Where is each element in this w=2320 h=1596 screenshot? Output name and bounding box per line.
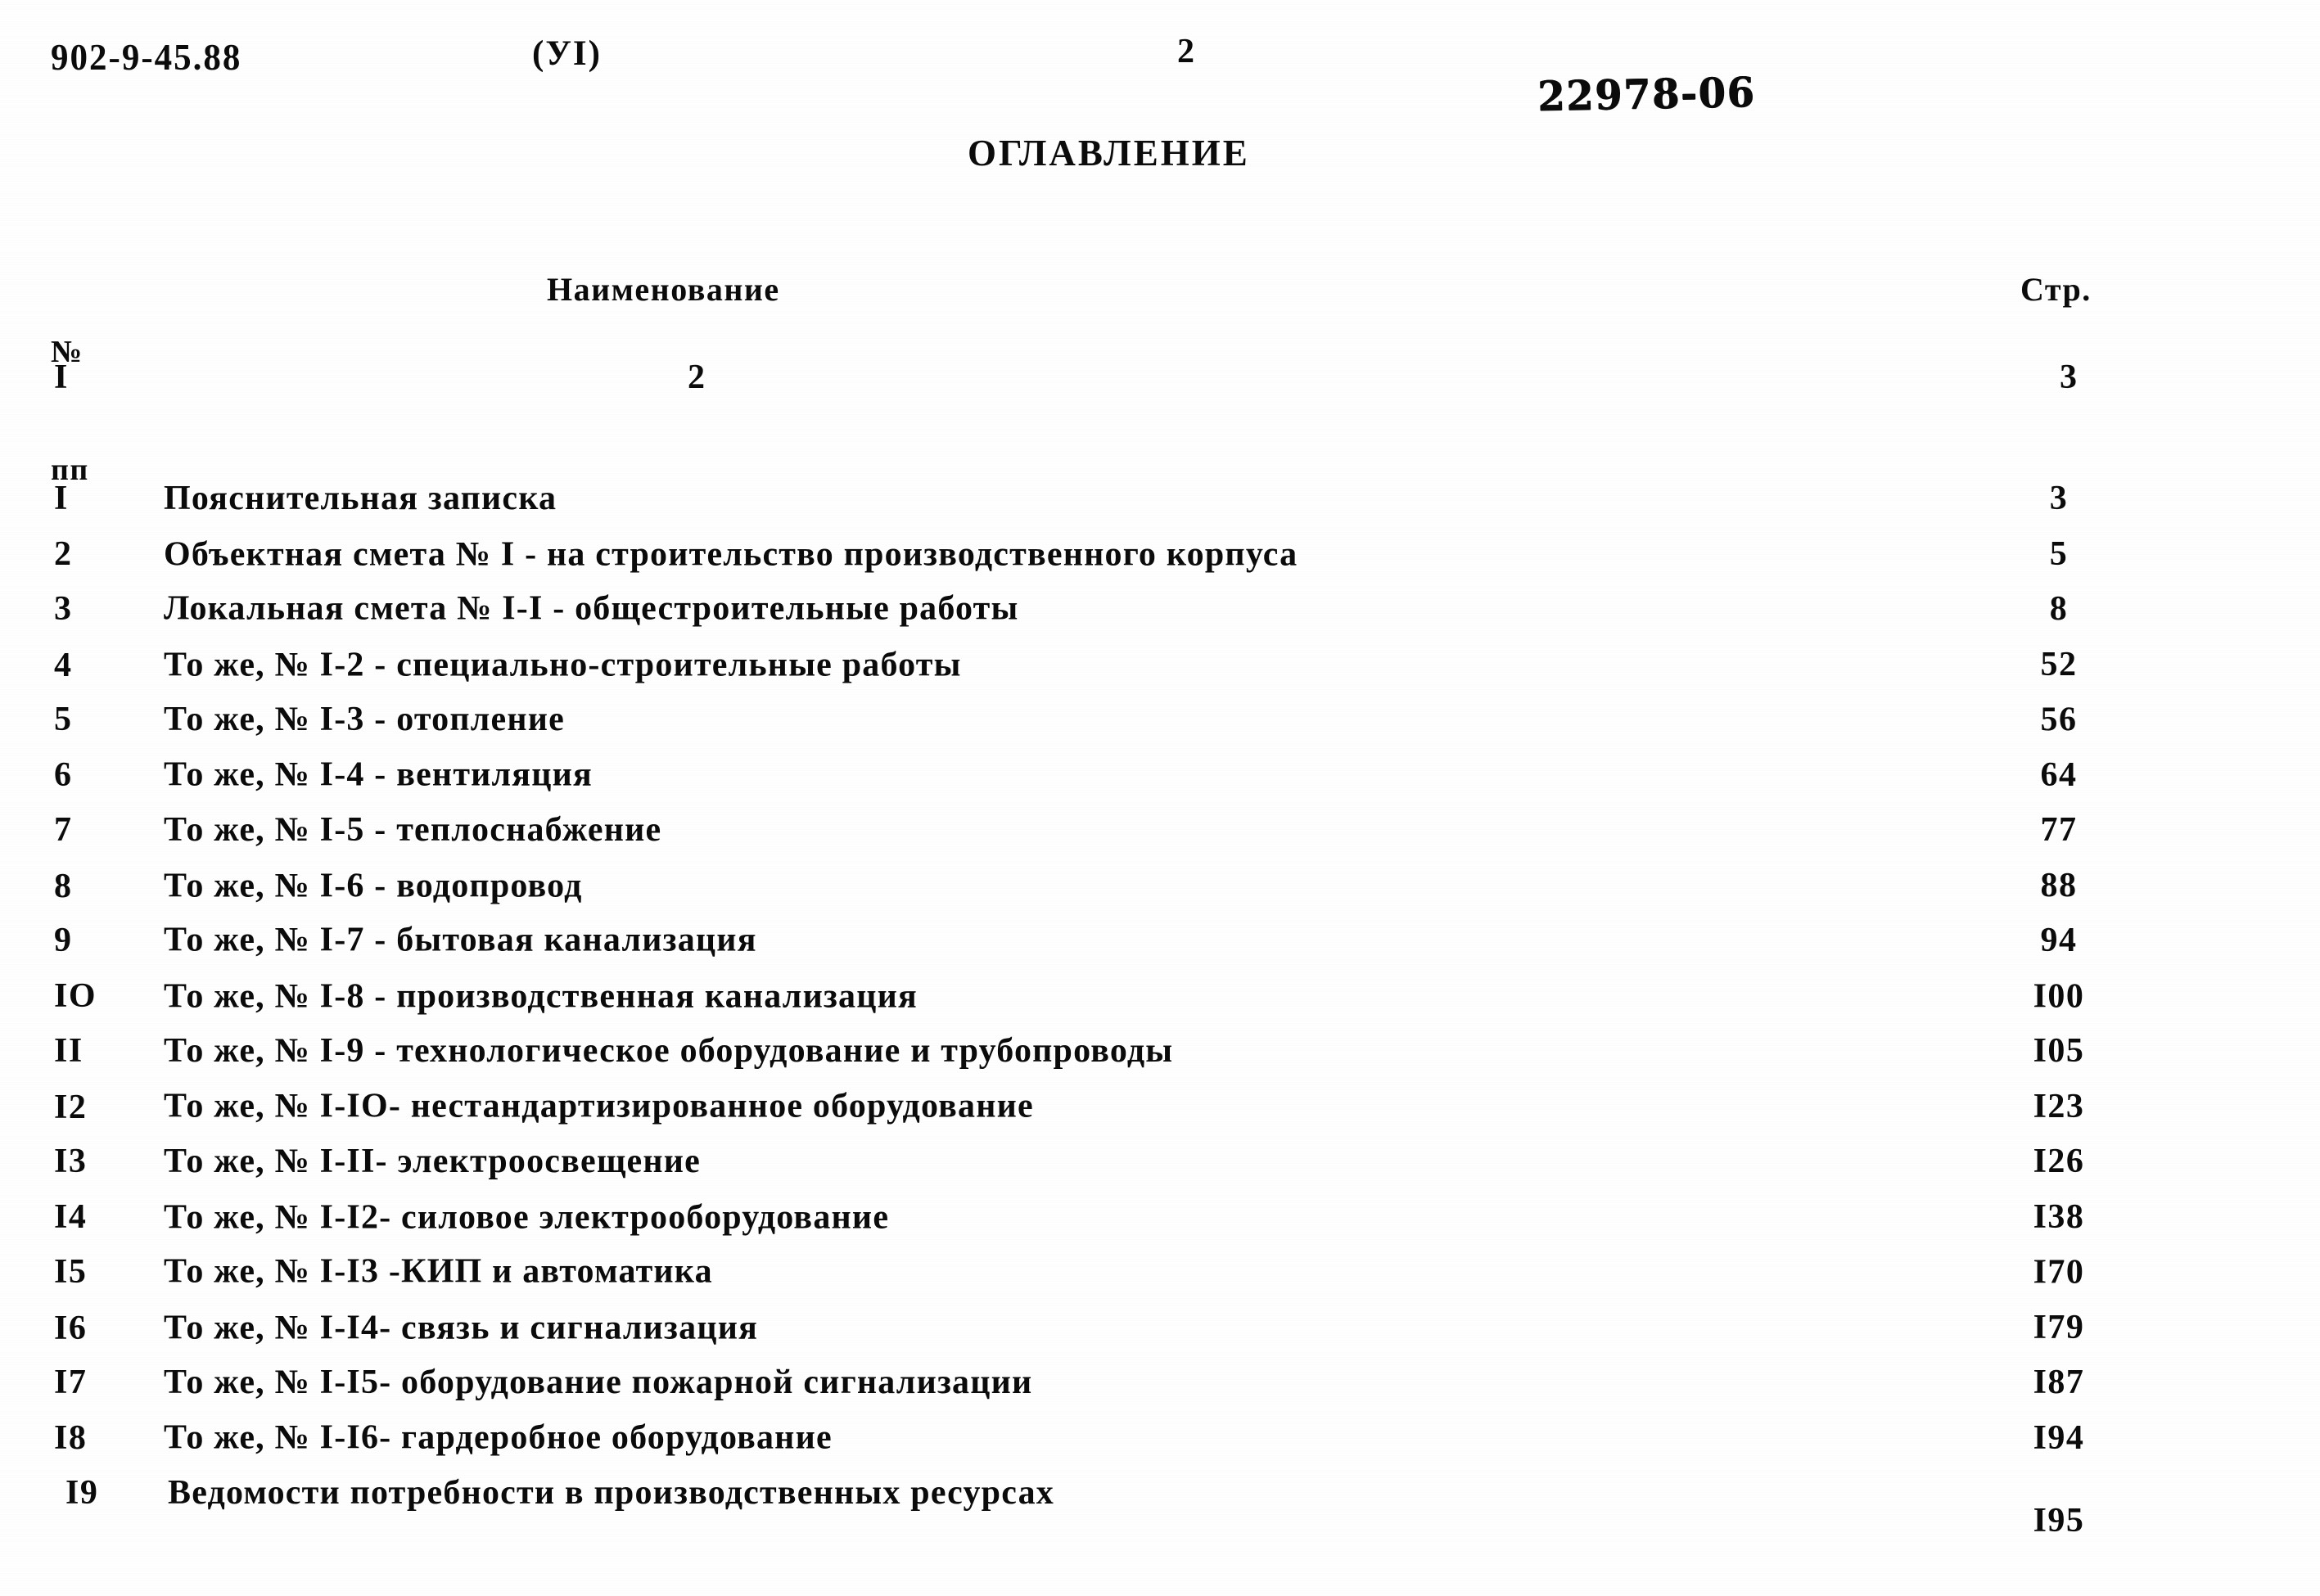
table-row: I8 То же, № I-I6- гардеробное оборудовани…	[0, 1418, 2320, 1477]
table-row: I7 То же, № I-I5- оборудование пожарной с…	[0, 1365, 2320, 1421]
row-page-number: 88	[2040, 866, 2078, 904]
row-page-number: 64	[2040, 755, 2078, 794]
row-number: I3	[54, 1143, 88, 1180]
table-row: 4 То же, № I-2 - специально-строительные …	[0, 647, 2320, 703]
row-title: То же, № I-9 - технологическое оборудова…	[164, 1032, 1174, 1070]
row-title: То же, № I-I4- связь и сигнализация	[164, 1309, 759, 1347]
table-body: I Пояснительная записка 3 2 Объектная смета …	[0, 481, 2320, 1538]
page-number: 2	[1177, 33, 1196, 70]
row-page-number: 8	[2049, 590, 2069, 628]
row-title: То же, № I-4 - вентиляция	[164, 755, 593, 793]
row-number: 2	[54, 534, 73, 573]
row-title: То же, № I-IO- нестандартизированное обо…	[164, 1087, 1034, 1125]
table-row: 2 Объектная смета № I - на строительство …	[0, 537, 2320, 593]
row-page-number: I05	[2033, 1032, 2085, 1070]
table-row: 3 Локальная смета № I-I - общестроительны…	[0, 592, 2320, 647]
row-page-number: I00	[2033, 977, 2085, 1015]
row-page-number: 94	[2040, 922, 2078, 959]
row-title: Объектная смета № I - на строительство п…	[164, 535, 1298, 574]
document-page: 902-9-45.88 (УI) 2 22978-06 ОГЛАВЛЕНИЕ №…	[0, 0, 2320, 1596]
table-row: 7 То же, № I-5 - теплоснабжение 77	[0, 813, 2320, 868]
row-page-number: I26	[2033, 1143, 2085, 1180]
row-title: Пояснительная записка	[164, 480, 557, 517]
column-index-3: 3	[2060, 358, 2079, 396]
table-rule-middle	[46, 336, 2281, 357]
row-title: То же, № I-2 - специально-строительные р…	[164, 646, 962, 684]
table-row: I9 Ведомости потребности в производственн…	[0, 1474, 2320, 1538]
table-row: I Пояснительная записка 3	[0, 481, 2320, 537]
row-number: 4	[54, 646, 73, 684]
table-row: I6 То же, № I-I4- связь и сигнализация I79	[0, 1310, 2320, 1366]
row-number: I7	[54, 1364, 88, 1401]
row-title: То же, № I-8 - производственная канализа…	[164, 977, 918, 1016]
row-page-number: 77	[2040, 811, 2078, 849]
column-header-name: Наименование	[547, 271, 780, 308]
row-title: То же, № I-5 - теплоснабжение	[164, 811, 662, 849]
row-page-number: I94	[2033, 1418, 2085, 1457]
row-page-number: I23	[2033, 1087, 2085, 1125]
row-number: I	[54, 480, 69, 517]
table-row: I3 То же, № I-II- электроосвещение I26	[0, 1144, 2320, 1200]
row-number: 5	[54, 701, 73, 738]
table-row: I5 То же, № I-I3 -КИП и автоматика I70	[0, 1255, 2320, 1310]
row-title: То же, № I-7 - бытовая канализация	[164, 921, 757, 959]
table-row: I2 То же, № I-IO- нестандартизированное о…	[0, 1089, 2320, 1145]
row-page-number: I70	[2033, 1253, 2085, 1292]
row-title: То же, № I-I6- гардеробное оборудование	[164, 1418, 833, 1456]
row-page-number: I95	[2033, 1502, 2085, 1540]
row-title: То же, № I-3 - отопление	[164, 701, 565, 738]
row-number: 3	[54, 590, 73, 628]
row-title: То же, № I-6 - водопровод	[164, 867, 583, 905]
row-number: I8	[54, 1418, 88, 1457]
row-title: То же, № I-I3 -КИП и автоматика	[164, 1252, 713, 1291]
row-number: I9	[65, 1474, 99, 1512]
row-page-number: I38	[2033, 1197, 2085, 1236]
table-row: 6 То же, № I-4 - вентиляция 64	[0, 755, 2320, 814]
table-row: IO То же, № I-8 - производственная канали…	[0, 979, 2320, 1035]
column-index-1: I	[54, 358, 69, 396]
row-number: I5	[54, 1253, 88, 1291]
row-page-number: 56	[2040, 701, 2078, 739]
row-number: I4	[54, 1197, 88, 1236]
row-title: То же, № I-I5- оборудование пожарной сиг…	[164, 1364, 1033, 1401]
row-number: 8	[54, 867, 73, 905]
table-row: 8 То же, № I-6 - водопровод 88	[0, 868, 2320, 924]
table-row: 9 То же, № I-7 - бытовая канализация 94	[0, 923, 2320, 979]
row-title: Ведомости потребности в производственных…	[168, 1474, 1054, 1512]
row-title: Локальная смета № I-I - общестроительные…	[164, 589, 1019, 628]
row-number: I2	[54, 1088, 88, 1126]
row-number: IO	[54, 976, 97, 1015]
table-header: № пп Наименование Стр.	[0, 246, 2320, 488]
row-title: То же, № I-II- электроосвещение	[164, 1143, 701, 1180]
album-mark: (УI)	[532, 34, 602, 73]
row-number: I6	[54, 1309, 88, 1347]
table-row: I4 То же, № I-I2- силовое электрооборудов…	[0, 1200, 2320, 1256]
page-title: ОГЛАВЛЕНИЕ	[968, 133, 1250, 174]
row-page-number: I79	[2033, 1308, 2085, 1346]
row-page-number: I87	[2033, 1364, 2085, 1401]
row-number: II	[54, 1032, 84, 1070]
table-row: 5 То же, № I-3 - отопление 56	[0, 702, 2320, 758]
archive-stamp: 22978-06	[1537, 67, 1757, 120]
row-number: 6	[54, 755, 73, 794]
column-header-page: Стр.	[2020, 271, 2092, 308]
table-rule-top	[46, 216, 2281, 239]
row-page-number: 5	[2049, 534, 2069, 573]
column-index-row: I 2 3	[0, 360, 2320, 409]
document-code: 902-9-45.88	[51, 37, 242, 79]
row-number: 7	[54, 811, 73, 849]
row-page-number: 3	[2049, 480, 2069, 517]
row-page-number: 52	[2040, 645, 2078, 683]
row-title: То же, № I-I2- силовое электрооборудован…	[164, 1198, 890, 1237]
page-header: 902-9-45.88 (УI) 2 22978-06 ОГЛАВЛЕНИЕ	[0, 0, 2320, 213]
column-index-2: 2	[688, 358, 706, 396]
row-number: 9	[54, 922, 73, 959]
table-row: II То же, № I-9 - технологическое оборудо…	[0, 1034, 2320, 1089]
